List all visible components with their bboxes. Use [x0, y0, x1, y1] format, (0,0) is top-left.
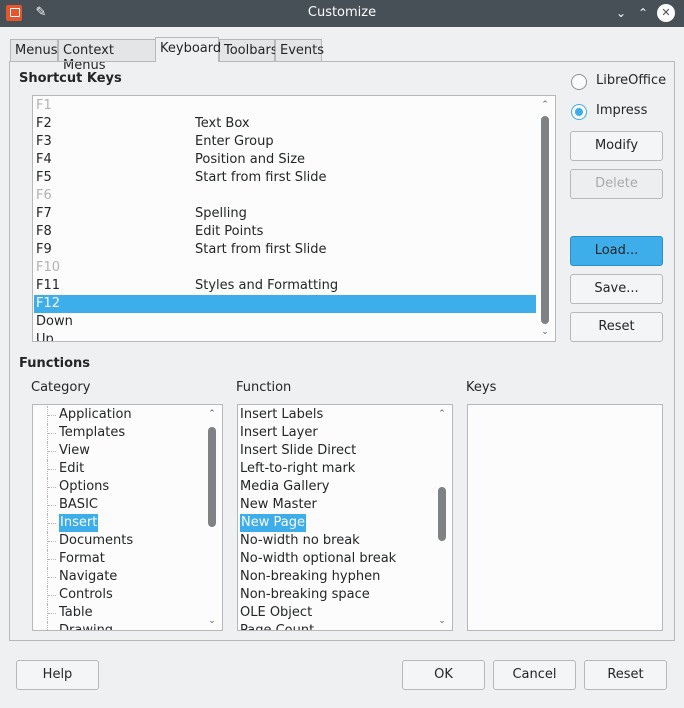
shortcut-row[interactable]: Down	[34, 313, 536, 331]
tree-branch	[47, 622, 58, 630]
function-item[interactable]: OLE Object	[240, 604, 312, 622]
category-item[interactable]: Format	[59, 550, 105, 568]
shortcut-scrollbar[interactable]: ⌃ ⌄	[540, 98, 550, 338]
tab-toolbars[interactable]: Toolbars	[219, 39, 278, 61]
impress-radio-label[interactable]: Impress	[596, 103, 647, 118]
shortcut-keys-title: Shortcut Keys	[19, 71, 122, 86]
category-item[interactable]: Documents	[59, 532, 133, 550]
category-item[interactable]: BASIC	[59, 496, 98, 514]
category-item[interactable]: Table	[59, 604, 93, 622]
function-scrollbar[interactable]: ⌃ ⌄	[437, 407, 447, 627]
category-scrollbar[interactable]: ⌃ ⌄	[207, 407, 217, 627]
keys-label: Keys	[466, 380, 497, 395]
scrollbar-thumb[interactable]	[438, 487, 446, 541]
impress-radio[interactable]	[571, 104, 587, 120]
help-button[interactable]: Help	[16, 660, 99, 690]
delete-button[interactable]: Delete	[570, 169, 663, 199]
keys-list[interactable]	[467, 404, 663, 631]
tree-branch	[47, 442, 58, 460]
tree-branch	[47, 550, 58, 568]
category-item[interactable]: Controls	[59, 586, 113, 604]
function-item[interactable]: No-width optional break	[240, 550, 396, 568]
category-item[interactable]: Application	[59, 406, 132, 424]
category-item[interactable]: Templates	[59, 424, 125, 442]
scrollbar-thumb[interactable]	[208, 427, 216, 527]
category-label: Category	[31, 380, 91, 395]
scroll-down-icon[interactable]: ⌄	[437, 616, 447, 626]
shortcut-row[interactable]: Up	[34, 331, 536, 341]
load-button[interactable]: Load...	[570, 236, 663, 266]
shortcut-row[interactable]: F6	[34, 187, 536, 205]
tab-context-menus[interactable]: Context Menus	[58, 39, 156, 73]
function-item[interactable]: Left-to-right mark	[240, 460, 355, 478]
minimize-icon[interactable]: ⌄	[612, 4, 630, 22]
functions-title: Functions	[19, 356, 91, 371]
shortcut-row[interactable]: F5 Start from first Slide	[34, 169, 536, 187]
function-item[interactable]: Non-breaking hyphen	[240, 568, 380, 586]
scrollbar-thumb[interactable]	[541, 116, 549, 324]
maximize-icon[interactable]: ⌃	[634, 4, 652, 22]
tree-branch	[47, 424, 58, 442]
shortcut-row-selected[interactable]: F12	[34, 295, 536, 313]
tree-branch	[47, 532, 58, 550]
function-item[interactable]: Insert Layer	[240, 424, 318, 442]
ok-button[interactable]: OK	[402, 660, 485, 690]
window-title: Customize	[307, 5, 377, 20]
category-item[interactable]: Options	[59, 478, 109, 496]
libreoffice-radio-label[interactable]: LibreOffice	[596, 73, 666, 88]
tab-menus[interactable]: Menus	[10, 39, 58, 61]
save-button[interactable]: Save...	[570, 274, 663, 304]
shortcut-row[interactable]: F8 Edit Points	[34, 223, 536, 241]
category-item[interactable]: Drawing	[59, 622, 113, 630]
tree-branch	[47, 496, 58, 514]
function-item[interactable]: Insert Labels	[240, 406, 323, 424]
function-list[interactable]: Insert Labels Insert Layer Insert Slide …	[237, 404, 453, 631]
category-tree[interactable]: Application Templates View Edit Options …	[32, 404, 223, 631]
scroll-down-icon[interactable]: ⌄	[540, 327, 550, 337]
title-bar: ✎ Customize ⌄ ⌃ ✕	[0, 0, 684, 27]
category-item[interactable]: Navigate	[59, 568, 117, 586]
function-label: Function	[236, 380, 292, 395]
function-item[interactable]: New Master	[240, 496, 317, 514]
tree-branch	[47, 568, 58, 586]
scroll-up-icon[interactable]: ⌃	[437, 409, 447, 419]
tree-branch	[47, 514, 58, 532]
category-item[interactable]: View	[59, 442, 90, 460]
shortcut-row[interactable]: F3 Enter Group	[34, 133, 536, 151]
shortcut-row[interactable]: F2 Text Box	[34, 115, 536, 133]
libreoffice-radio[interactable]	[571, 74, 587, 90]
scroll-up-icon[interactable]: ⌃	[540, 100, 550, 110]
shortcut-row[interactable]: F7 Spelling	[34, 205, 536, 223]
shortcut-keys-list[interactable]: F1 F2 Text Box F3 Enter Group F4 Position a…	[32, 95, 556, 342]
shortcut-row[interactable]: F4 Position and Size	[34, 151, 536, 169]
reset-side-button[interactable]: Reset	[570, 312, 663, 342]
modify-button[interactable]: Modify	[570, 131, 663, 161]
tree-branch	[47, 478, 58, 496]
category-item[interactable]: Edit	[59, 460, 84, 478]
scroll-up-icon[interactable]: ⌃	[207, 409, 217, 419]
scroll-down-icon[interactable]: ⌄	[207, 616, 217, 626]
category-item-selected[interactable]: Insert	[59, 514, 99, 532]
tree-branch	[47, 604, 58, 622]
close-icon[interactable]: ✕	[657, 4, 675, 22]
reset-button[interactable]: Reset	[584, 660, 667, 690]
tree-branch	[47, 406, 58, 424]
function-item[interactable]: Insert Slide Direct	[240, 442, 356, 460]
shortcut-row[interactable]: F10	[34, 259, 536, 277]
shortcut-row[interactable]: F1	[34, 97, 536, 115]
tree-branch	[47, 460, 58, 478]
tree-branch	[47, 586, 58, 604]
tab-keyboard[interactable]: Keyboard	[155, 37, 221, 62]
shortcut-row[interactable]: F9 Start from first Slide	[34, 241, 536, 259]
tab-events[interactable]: Events	[275, 39, 324, 61]
function-item[interactable]: No-width no break	[240, 532, 360, 550]
cancel-button[interactable]: Cancel	[493, 660, 576, 690]
shortcut-row[interactable]: F11 Styles and Formatting	[34, 277, 536, 295]
function-item[interactable]: Non-breaking space	[240, 586, 370, 604]
function-item-selected[interactable]: New Page	[240, 514, 306, 532]
function-item[interactable]: Page Count	[240, 622, 314, 630]
function-item[interactable]: Media Gallery	[240, 478, 329, 496]
